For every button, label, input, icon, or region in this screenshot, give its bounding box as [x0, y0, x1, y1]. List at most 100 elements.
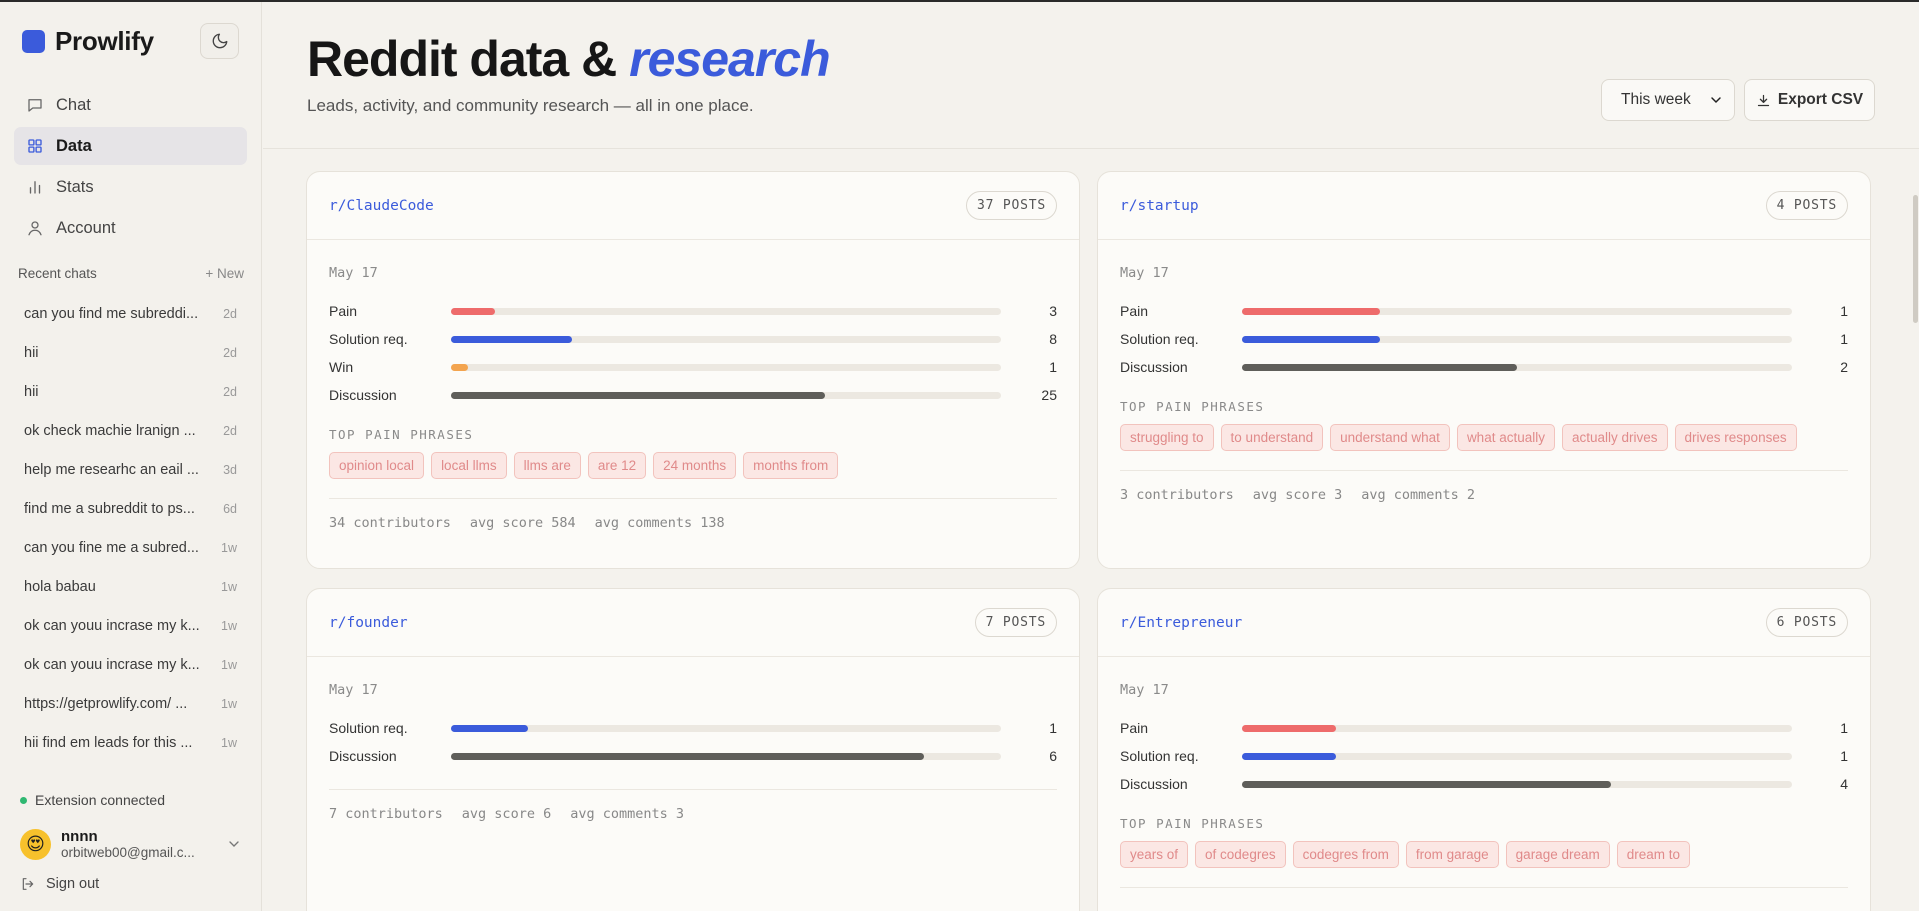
post-count-badge: 37 POSTS — [965, 191, 1057, 220]
time-range-select[interactable]: This week — [1601, 79, 1735, 121]
user-icon — [28, 221, 42, 236]
contributors-count: 7 contributors — [329, 806, 443, 822]
nav-item-account[interactable]: Account — [14, 209, 247, 247]
nav-item-chat[interactable]: Chat — [14, 86, 247, 124]
recent-chat-item[interactable]: ok can youu incrase my k... 1w — [14, 645, 247, 684]
recent-chat-item[interactable]: https://getprowlify.com/ ... 1w — [14, 684, 247, 723]
card-header: r/startup 4 POSTS — [1098, 172, 1870, 240]
pain-phrase-chip[interactable]: codegres from — [1292, 841, 1399, 868]
nav-item-stats[interactable]: Stats — [14, 168, 247, 206]
pain-phrase-chip[interactable]: of codegres — [1195, 841, 1286, 868]
pain-phrase-chip[interactable]: struggling to — [1120, 424, 1214, 451]
chevron-down-icon — [229, 841, 239, 847]
pain-phrase-chip[interactable]: actually drives — [1561, 424, 1668, 451]
metric-bar-track — [451, 363, 1001, 371]
metric-value: 6 — [1049, 748, 1057, 764]
recent-chat-item[interactable]: ok check machie lranign ... 2d — [14, 411, 247, 450]
avg-score: avg score 584 — [469, 515, 576, 531]
metric-value: 8 — [1049, 331, 1057, 347]
metric-label: Pain — [1120, 303, 1149, 319]
subreddit-link[interactable]: r/ClaudeCode — [329, 198, 434, 214]
recent-chat-item[interactable]: can you fine me a subred... 1w — [14, 528, 247, 567]
card-footer: 3 contributors avg score 3 avg comments 2 — [1120, 470, 1848, 503]
pain-phrase-chip[interactable]: garage dream — [1505, 841, 1610, 868]
metric-value: 1 — [1840, 303, 1848, 319]
recent-chat-item[interactable]: hola babau 1w — [14, 567, 247, 606]
page-title-accent: research — [629, 31, 830, 87]
subreddit-card: r/startup 4 POSTS May 17 Pain 1 Solution req.… — [1097, 171, 1871, 569]
logout-icon — [22, 878, 34, 890]
pain-phrase-chip[interactable]: are 12 — [587, 452, 647, 479]
pain-phrase-chip[interactable]: llms are — [513, 452, 581, 479]
header-divider — [263, 148, 1919, 149]
new-chat-button[interactable]: + New — [205, 266, 244, 281]
subreddit-link[interactable]: r/founder — [329, 615, 408, 631]
metric-value: 2 — [1840, 359, 1848, 375]
pain-phrase-chip[interactable]: what actually — [1456, 424, 1555, 451]
nav-label: Account — [56, 218, 116, 237]
nav-item-data[interactable]: Data — [14, 127, 247, 165]
pain-phrase-chip[interactable]: drives responses — [1674, 424, 1797, 451]
metric-bar-fill — [451, 363, 468, 371]
metric-bar-track — [1242, 752, 1792, 760]
pain-phrase-chip[interactable]: years of — [1120, 841, 1189, 868]
user-menu[interactable]: 😍 nnnn orbitweb00@gmail.c... — [20, 824, 242, 864]
metric-value: 1 — [1049, 720, 1057, 736]
pain-phrase-chip[interactable]: months from — [743, 452, 839, 479]
metric-value: 1 — [1840, 748, 1848, 764]
pain-phrase-chip[interactable]: 24 months — [653, 452, 737, 479]
chat-icon — [28, 99, 42, 112]
card-date: May 17 — [329, 682, 378, 698]
recent-chat-item[interactable]: hii 2d — [14, 372, 247, 411]
pain-phrase-chip[interactable]: local llms — [431, 452, 507, 479]
theme-toggle-button[interactable] — [200, 23, 239, 59]
pain-phrase-chip[interactable]: opinion local — [329, 452, 425, 479]
pain-phrases: opinion local local llms llms are are 12 24 … — [329, 452, 1057, 479]
recent-chat-item[interactable]: hii find em leads for this ... 1w — [14, 723, 247, 762]
recent-chat-item[interactable]: help me researhc an eail ... 3d — [14, 450, 247, 489]
recent-chat-title: ok can youu incrase my k... — [24, 656, 200, 673]
recent-chat-title: hii — [24, 383, 39, 400]
sign-out-button[interactable]: Sign out — [20, 876, 99, 892]
status-dot-icon — [20, 796, 27, 804]
bar-chart-icon — [29, 181, 41, 194]
subreddit-link[interactable]: r/startup — [1120, 198, 1199, 214]
user-name: nnnn — [61, 827, 98, 845]
scrollbar-thumb[interactable] — [1913, 195, 1918, 323]
metric-row: Discussion 2 — [1120, 353, 1848, 381]
metric-bar-track — [451, 335, 1001, 343]
avg-comments: avg comments 138 — [594, 515, 725, 531]
card-footer — [1120, 887, 1848, 904]
metric-value: 25 — [1041, 387, 1057, 403]
pain-phrase-chip[interactable]: dream to — [1616, 841, 1691, 868]
moon-icon — [212, 33, 227, 49]
recent-chat-item[interactable]: ok can youu incrase my k... 1w — [14, 606, 247, 645]
recent-chat-title: https://getprowlify.com/ ... — [24, 695, 188, 712]
metric-bar-track — [1242, 780, 1792, 788]
metric-label: Discussion — [329, 387, 397, 403]
metric-label: Solution req. — [1120, 331, 1199, 347]
chevron-down-icon — [1711, 97, 1721, 104]
pain-phrase-chip[interactable]: from garage — [1405, 841, 1499, 868]
metric-label: Discussion — [329, 748, 397, 764]
pain-phrase-chip[interactable]: to understand — [1220, 424, 1324, 451]
brand[interactable]: Prowlify — [22, 26, 154, 57]
metric-row: Solution req. 1 — [1120, 325, 1848, 353]
pain-phrase-chip[interactable]: understand what — [1330, 424, 1450, 451]
contributors-count: 3 contributors — [1120, 487, 1234, 503]
recent-chat-item[interactable]: find me a subreddit to ps... 6d — [14, 489, 247, 528]
recent-chat-title: help me researhc an eail ... — [24, 461, 199, 478]
recent-chat-item[interactable]: can you find me subreddi... 2d — [14, 294, 247, 333]
sign-out-label: Sign out — [46, 876, 100, 892]
page-title: Reddit data & research — [307, 30, 831, 88]
card-body: May 17 Pain 1 Solution req. 1 Discussion 2 TOP … — [1098, 265, 1870, 503]
recent-chat-title: hola babau — [24, 578, 96, 595]
metric-row: Win 1 — [329, 353, 1057, 381]
time-range-value: This week — [1621, 91, 1691, 108]
subreddit-link[interactable]: r/Entrepreneur — [1120, 615, 1242, 631]
card-body: May 17 Solution req. 1 Discussion 6 7 contrib… — [307, 682, 1079, 822]
metric-bar-fill — [1242, 335, 1380, 343]
recent-chat-item[interactable]: hii 2d — [14, 333, 247, 372]
export-csv-button[interactable]: Export CSV — [1744, 79, 1875, 121]
metric-row: Discussion 6 — [329, 742, 1057, 770]
